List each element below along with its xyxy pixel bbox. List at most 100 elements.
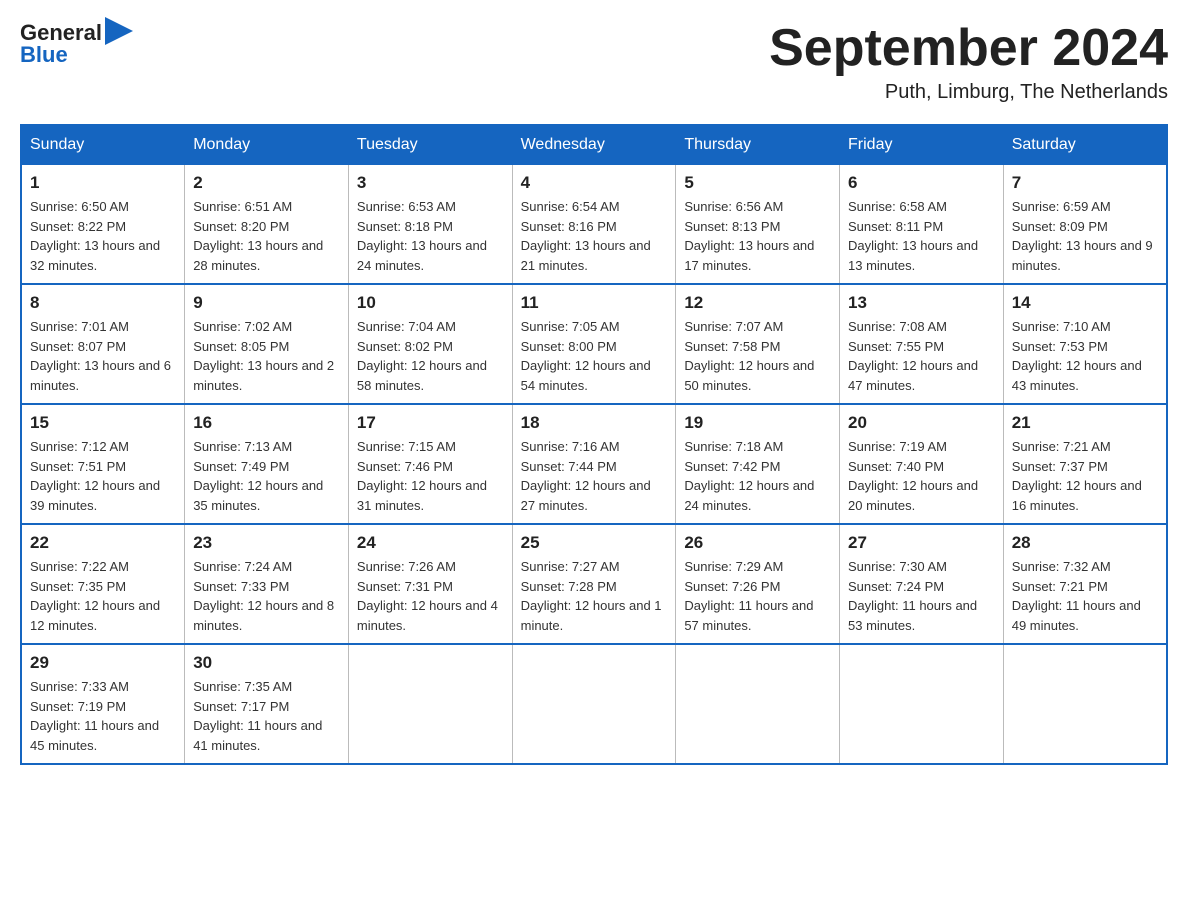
- table-row: 7 Sunrise: 6:59 AM Sunset: 8:09 PM Dayli…: [1003, 165, 1167, 285]
- day-info: Sunrise: 7:16 AM Sunset: 7:44 PM Dayligh…: [521, 437, 668, 515]
- day-number: 26: [684, 533, 831, 553]
- table-row: 20 Sunrise: 7:19 AM Sunset: 7:40 PM Dayl…: [840, 404, 1004, 524]
- table-row: 22 Sunrise: 7:22 AM Sunset: 7:35 PM Dayl…: [21, 524, 185, 644]
- day-info: Sunrise: 7:02 AM Sunset: 8:05 PM Dayligh…: [193, 317, 340, 395]
- logo: General Blue: [20, 20, 133, 68]
- day-number: 22: [30, 533, 176, 553]
- day-number: 4: [521, 173, 668, 193]
- table-row: [840, 644, 1004, 764]
- col-sunday: Sunday: [21, 125, 185, 165]
- table-row: 24 Sunrise: 7:26 AM Sunset: 7:31 PM Dayl…: [348, 524, 512, 644]
- table-row: [348, 644, 512, 764]
- day-number: 13: [848, 293, 995, 313]
- day-info: Sunrise: 7:22 AM Sunset: 7:35 PM Dayligh…: [30, 557, 176, 635]
- day-info: Sunrise: 7:19 AM Sunset: 7:40 PM Dayligh…: [848, 437, 995, 515]
- table-row: 3 Sunrise: 6:53 AM Sunset: 8:18 PM Dayli…: [348, 165, 512, 285]
- table-row: 1 Sunrise: 6:50 AM Sunset: 8:22 PM Dayli…: [21, 165, 185, 285]
- day-number: 1: [30, 173, 176, 193]
- table-row: 30 Sunrise: 7:35 AM Sunset: 7:17 PM Dayl…: [185, 644, 349, 764]
- day-info: Sunrise: 7:04 AM Sunset: 8:02 PM Dayligh…: [357, 317, 504, 395]
- day-info: Sunrise: 6:56 AM Sunset: 8:13 PM Dayligh…: [684, 197, 831, 275]
- calendar-table: Sunday Monday Tuesday Wednesday Thursday…: [20, 124, 1168, 765]
- day-info: Sunrise: 7:26 AM Sunset: 7:31 PM Dayligh…: [357, 557, 504, 635]
- col-monday: Monday: [185, 125, 349, 165]
- table-row: 12 Sunrise: 7:07 AM Sunset: 7:58 PM Dayl…: [676, 284, 840, 404]
- month-title: September 2024: [769, 20, 1168, 77]
- day-number: 18: [521, 413, 668, 433]
- day-info: Sunrise: 7:33 AM Sunset: 7:19 PM Dayligh…: [30, 677, 176, 755]
- table-row: 15 Sunrise: 7:12 AM Sunset: 7:51 PM Dayl…: [21, 404, 185, 524]
- col-saturday: Saturday: [1003, 125, 1167, 165]
- day-number: 23: [193, 533, 340, 553]
- table-row: 6 Sunrise: 6:58 AM Sunset: 8:11 PM Dayli…: [840, 165, 1004, 285]
- day-number: 8: [30, 293, 176, 313]
- day-info: Sunrise: 7:30 AM Sunset: 7:24 PM Dayligh…: [848, 557, 995, 635]
- table-row: 17 Sunrise: 7:15 AM Sunset: 7:46 PM Dayl…: [348, 404, 512, 524]
- day-info: Sunrise: 7:32 AM Sunset: 7:21 PM Dayligh…: [1012, 557, 1158, 635]
- table-row: 26 Sunrise: 7:29 AM Sunset: 7:26 PM Dayl…: [676, 524, 840, 644]
- table-row: 13 Sunrise: 7:08 AM Sunset: 7:55 PM Dayl…: [840, 284, 1004, 404]
- table-row: 21 Sunrise: 7:21 AM Sunset: 7:37 PM Dayl…: [1003, 404, 1167, 524]
- day-number: 2: [193, 173, 340, 193]
- day-info: Sunrise: 7:13 AM Sunset: 7:49 PM Dayligh…: [193, 437, 340, 515]
- col-wednesday: Wednesday: [512, 125, 676, 165]
- table-row: 14 Sunrise: 7:10 AM Sunset: 7:53 PM Dayl…: [1003, 284, 1167, 404]
- logo-arrow-icon: [105, 17, 133, 45]
- col-friday: Friday: [840, 125, 1004, 165]
- col-thursday: Thursday: [676, 125, 840, 165]
- day-number: 14: [1012, 293, 1158, 313]
- table-row: 9 Sunrise: 7:02 AM Sunset: 8:05 PM Dayli…: [185, 284, 349, 404]
- table-row: 5 Sunrise: 6:56 AM Sunset: 8:13 PM Dayli…: [676, 165, 840, 285]
- table-row: 28 Sunrise: 7:32 AM Sunset: 7:21 PM Dayl…: [1003, 524, 1167, 644]
- day-info: Sunrise: 6:59 AM Sunset: 8:09 PM Dayligh…: [1012, 197, 1158, 275]
- day-info: Sunrise: 7:27 AM Sunset: 7:28 PM Dayligh…: [521, 557, 668, 635]
- page-header: General Blue September 2024 Puth, Limbur…: [20, 20, 1168, 104]
- day-number: 5: [684, 173, 831, 193]
- day-info: Sunrise: 6:50 AM Sunset: 8:22 PM Dayligh…: [30, 197, 176, 275]
- day-info: Sunrise: 7:35 AM Sunset: 7:17 PM Dayligh…: [193, 677, 340, 755]
- table-row: 16 Sunrise: 7:13 AM Sunset: 7:49 PM Dayl…: [185, 404, 349, 524]
- calendar-week-row: 22 Sunrise: 7:22 AM Sunset: 7:35 PM Dayl…: [21, 524, 1167, 644]
- day-number: 20: [848, 413, 995, 433]
- day-info: Sunrise: 7:08 AM Sunset: 7:55 PM Dayligh…: [848, 317, 995, 395]
- day-number: 29: [30, 653, 176, 673]
- day-number: 21: [1012, 413, 1158, 433]
- location-text: Puth, Limburg, The Netherlands: [769, 81, 1168, 104]
- day-info: Sunrise: 7:05 AM Sunset: 8:00 PM Dayligh…: [521, 317, 668, 395]
- day-number: 6: [848, 173, 995, 193]
- table-row: 8 Sunrise: 7:01 AM Sunset: 8:07 PM Dayli…: [21, 284, 185, 404]
- calendar-week-row: 1 Sunrise: 6:50 AM Sunset: 8:22 PM Dayli…: [21, 165, 1167, 285]
- day-number: 15: [30, 413, 176, 433]
- table-row: 27 Sunrise: 7:30 AM Sunset: 7:24 PM Dayl…: [840, 524, 1004, 644]
- table-row: 2 Sunrise: 6:51 AM Sunset: 8:20 PM Dayli…: [185, 165, 349, 285]
- day-number: 28: [1012, 533, 1158, 553]
- day-number: 24: [357, 533, 504, 553]
- day-info: Sunrise: 6:58 AM Sunset: 8:11 PM Dayligh…: [848, 197, 995, 275]
- table-row: 4 Sunrise: 6:54 AM Sunset: 8:16 PM Dayli…: [512, 165, 676, 285]
- logo-blue-label: Blue: [20, 42, 68, 68]
- table-row: 29 Sunrise: 7:33 AM Sunset: 7:19 PM Dayl…: [21, 644, 185, 764]
- table-row: 23 Sunrise: 7:24 AM Sunset: 7:33 PM Dayl…: [185, 524, 349, 644]
- day-info: Sunrise: 7:01 AM Sunset: 8:07 PM Dayligh…: [30, 317, 176, 395]
- day-info: Sunrise: 7:18 AM Sunset: 7:42 PM Dayligh…: [684, 437, 831, 515]
- col-tuesday: Tuesday: [348, 125, 512, 165]
- day-info: Sunrise: 7:10 AM Sunset: 7:53 PM Dayligh…: [1012, 317, 1158, 395]
- day-number: 25: [521, 533, 668, 553]
- title-block: September 2024 Puth, Limburg, The Nether…: [769, 20, 1168, 104]
- day-number: 27: [848, 533, 995, 553]
- table-row: [1003, 644, 1167, 764]
- calendar-header-row: Sunday Monday Tuesday Wednesday Thursday…: [21, 125, 1167, 165]
- calendar-week-row: 15 Sunrise: 7:12 AM Sunset: 7:51 PM Dayl…: [21, 404, 1167, 524]
- day-number: 16: [193, 413, 340, 433]
- day-number: 7: [1012, 173, 1158, 193]
- day-info: Sunrise: 6:51 AM Sunset: 8:20 PM Dayligh…: [193, 197, 340, 275]
- day-number: 11: [521, 293, 668, 313]
- table-row: [512, 644, 676, 764]
- day-number: 9: [193, 293, 340, 313]
- table-row: 11 Sunrise: 7:05 AM Sunset: 8:00 PM Dayl…: [512, 284, 676, 404]
- day-number: 10: [357, 293, 504, 313]
- day-info: Sunrise: 7:07 AM Sunset: 7:58 PM Dayligh…: [684, 317, 831, 395]
- table-row: 19 Sunrise: 7:18 AM Sunset: 7:42 PM Dayl…: [676, 404, 840, 524]
- day-info: Sunrise: 7:29 AM Sunset: 7:26 PM Dayligh…: [684, 557, 831, 635]
- day-info: Sunrise: 7:12 AM Sunset: 7:51 PM Dayligh…: [30, 437, 176, 515]
